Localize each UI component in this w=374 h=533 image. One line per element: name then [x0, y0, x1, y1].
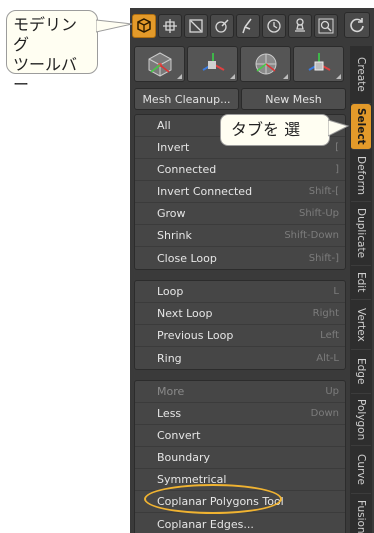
mesh-item-icon[interactable]	[134, 46, 185, 82]
tab-select[interactable]: Select	[351, 104, 371, 150]
menu-item-shortcut: Up	[325, 386, 339, 397]
pen-edit-icon[interactable]	[210, 14, 234, 38]
menu-item-label: Grow	[157, 207, 186, 220]
menu-item-label: Convert	[157, 429, 201, 442]
transform-icon[interactable]	[187, 46, 238, 82]
select-area-icon[interactable]	[184, 14, 208, 38]
menu-item-shortcut: Shift-[	[308, 186, 339, 197]
menu-item-label: Coplanar Edges...	[157, 517, 254, 531]
tab-label: Deform	[355, 155, 367, 196]
menu-item-shortcut: ]	[335, 164, 339, 175]
menu-item-loop[interactable]: Loop L	[135, 281, 345, 303]
tab-fusion[interactable]: Fusion	[351, 494, 371, 533]
menu-item-label: All	[157, 119, 171, 132]
tab-edge[interactable]: Edge	[351, 350, 371, 394]
menu-item-close-loop[interactable]: Close Loop Shift-]	[135, 247, 345, 269]
toolbar-callout: モデリング ツールバー	[6, 10, 98, 94]
menu-item-connected[interactable]: Connected]	[135, 159, 345, 181]
menu-item-label: Connected	[157, 163, 217, 176]
menu-item-shortcut: [	[335, 142, 339, 153]
sculpt-icon[interactable]	[236, 14, 260, 38]
menu-item-shortcut: Right	[312, 308, 339, 319]
tab-label: Polygon	[355, 398, 367, 441]
tab-callout-text: タブを 選	[231, 120, 301, 139]
menu-item-label: Loop	[157, 285, 184, 298]
menu-item-label: More	[157, 385, 185, 398]
tab-label: Edit	[355, 272, 367, 293]
grid-move-icon[interactable]	[158, 14, 182, 38]
new-mesh-button[interactable]: New Mesh	[241, 88, 346, 110]
mesh-button-row: Mesh Cleanup... New Mesh	[134, 88, 346, 110]
tab-vertex[interactable]: Vertex	[351, 300, 371, 350]
menu-item-label: Invert	[157, 141, 190, 154]
menu-item-shortcut: Down	[310, 408, 339, 419]
tab-label: Fusion	[355, 499, 367, 533]
tab-label: Create	[355, 57, 367, 92]
menu-item-more[interactable]: More Up	[135, 381, 345, 403]
menu-item-label: Previous Loop	[157, 329, 234, 342]
tab-label: Duplicate	[355, 208, 367, 259]
menu-item-label: Next Loop	[157, 307, 213, 320]
tab-curve[interactable]: Curve	[351, 446, 371, 494]
tab-duplicate[interactable]: Duplicate	[351, 202, 371, 266]
select-loop-group: Loop L Next Loop Right Previous Loop Left Ring…	[134, 280, 346, 370]
stamp-icon[interactable]	[288, 14, 312, 38]
sphere-item-icon[interactable]	[240, 46, 291, 82]
tab-polygon[interactable]: Polygon	[351, 394, 371, 446]
vertical-tab-strip: Create Select Deform Duplicate Edit Vertex Edg…	[350, 46, 372, 533]
menu-item-next-loop[interactable]: Next Loop Right	[135, 303, 345, 325]
tab-label: Vertex	[355, 307, 367, 342]
toolbar-callout-pointer	[96, 19, 133, 33]
menu-item-shortcut: Alt-L	[316, 352, 339, 364]
toolbar-callout-line2: ツールバー	[13, 55, 78, 94]
modeling-toolbar	[132, 12, 370, 40]
menu-item-previous-loop[interactable]: Previous Loop Left	[135, 325, 345, 347]
menu-item-label: Invert Connected	[157, 185, 253, 198]
tab-callout: タブを 選	[220, 114, 330, 146]
menu-item-label: Boundary	[157, 451, 210, 464]
menu-item-label: Ring	[157, 351, 182, 365]
primitive-icon-row	[134, 46, 346, 82]
tab-create[interactable]: Create	[351, 46, 371, 104]
clock-icon[interactable]	[262, 14, 286, 38]
menu-item-label: Close Loop	[157, 251, 217, 265]
menu-item-shortcut: L	[333, 286, 339, 297]
move-item-icon[interactable]	[293, 46, 344, 82]
menu-item-shortcut: Left	[320, 330, 339, 341]
menu-item-grow[interactable]: Grow Shift-Up	[135, 203, 345, 225]
menu-item-shortcut: Shift-Down	[284, 230, 339, 241]
toolbar-callout-line1: モデリング	[13, 15, 78, 54]
menu-item-convert[interactable]: Convert	[135, 425, 345, 447]
tab-deform[interactable]: Deform	[351, 150, 371, 202]
tab-label: Select	[355, 108, 367, 145]
magnify-icon[interactable]	[314, 14, 338, 38]
tab-label: Curve	[355, 454, 367, 485]
menu-item-shrink[interactable]: Shrink Shift-Down	[135, 225, 345, 247]
menu-item-shortcut: Shift-]	[308, 252, 339, 264]
mesh-cleanup-button[interactable]: Mesh Cleanup...	[134, 88, 239, 110]
menu-item-shortcut: Shift-Up	[298, 208, 339, 219]
menu-item-label: Shrink	[157, 229, 192, 242]
menu-item-less[interactable]: Less Down	[135, 403, 345, 425]
menu-item-invert-connected[interactable]: Invert Connected Shift-[	[135, 181, 345, 203]
refresh-icon[interactable]	[344, 12, 370, 38]
menu-item-coplanar-edges[interactable]: Coplanar Edges...	[135, 513, 345, 533]
tab-edit[interactable]: Edit	[351, 266, 371, 300]
tab-label: Edge	[355, 358, 367, 385]
tab-callout-pointer	[328, 119, 350, 137]
screenshot-stage: Mesh Cleanup... New Mesh All Invert [ Conne…	[0, 0, 374, 533]
menu-item-boundary[interactable]: Boundary	[135, 447, 345, 469]
menu-item-label: Less	[157, 407, 182, 420]
menu-item-ring[interactable]: Ring Alt-L	[135, 347, 345, 369]
highlight-ellipse	[144, 484, 282, 514]
